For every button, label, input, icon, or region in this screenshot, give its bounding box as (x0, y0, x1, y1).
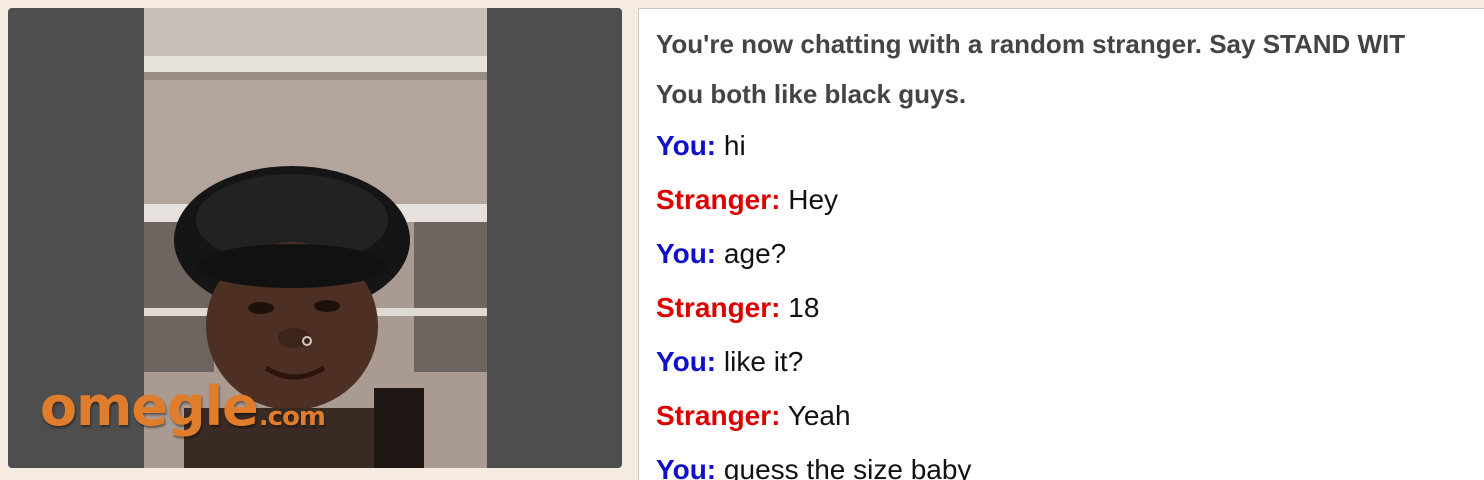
message-text: age? (723, 238, 787, 269)
sender-label: You: (656, 238, 717, 269)
chat-message: You: guess the size baby (656, 453, 1484, 480)
message-text: guess the size baby (723, 454, 972, 480)
chat-log: You're now chatting with a random strang… (639, 9, 1484, 480)
message-text: hi (723, 130, 746, 161)
sender-label: Stranger: (656, 400, 781, 431)
chat-log-panel[interactable]: You're now chatting with a random strang… (638, 8, 1484, 480)
sender-label: You: (656, 454, 717, 480)
stranger-video-panel: omegle .com (8, 8, 622, 468)
message-text: like it? (723, 346, 804, 377)
watermark-tld-text: .com (258, 402, 326, 432)
chat-message: Stranger: Hey (656, 183, 1484, 217)
chat-message: Stranger: 18 (656, 291, 1484, 325)
chat-message: You: like it? (656, 345, 1484, 379)
sender-label: Stranger: (656, 184, 781, 215)
system-message-connected: You're now chatting with a random strang… (656, 29, 1406, 59)
chat-message: You: age? (656, 237, 1484, 271)
message-text: 18 (788, 292, 820, 323)
chat-message: Stranger: Yeah (656, 399, 1484, 433)
watermark-main-text: omegle (40, 375, 259, 438)
omegle-page: omegle .com You're now chatting with a r… (0, 0, 1484, 480)
chat-message: You: hi (656, 129, 1484, 163)
omegle-watermark-logo: omegle .com (40, 375, 326, 438)
system-message-common-interests: You both like black guys. (656, 79, 967, 109)
sender-label: Stranger: (656, 292, 781, 323)
sender-label: You: (656, 346, 717, 377)
message-text: Yeah (787, 400, 851, 431)
sender-label: You: (656, 130, 717, 161)
message-text: Hey (788, 184, 839, 215)
